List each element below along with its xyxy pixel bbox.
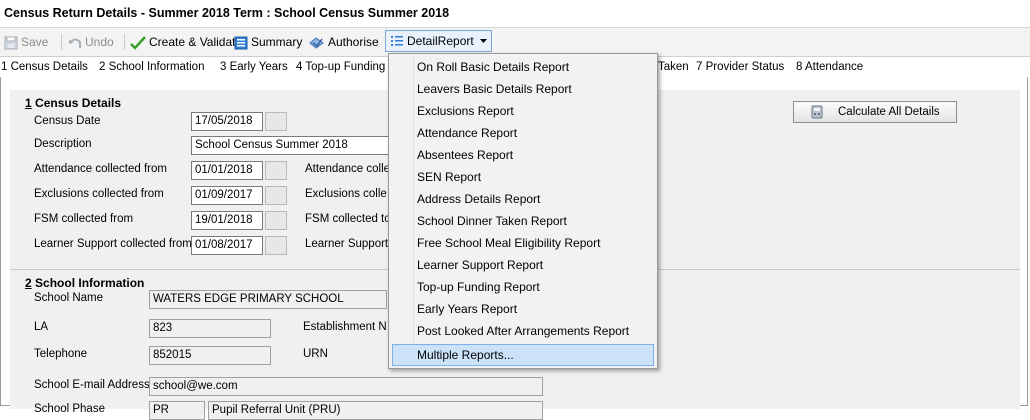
description-field[interactable]: School Census Summer 2018 [191,136,391,155]
fsm-from-field[interactable]: 19/01/2018 [191,211,263,230]
create-validate-label: Create & Validate [149,35,243,49]
nav-tab-top-up-funding[interactable]: 4 Top-up Funding [296,57,385,77]
menu-item-sen-report[interactable]: SEN Report [417,170,481,184]
save-label: Save [21,35,49,49]
detail-report-label: DetailReport [407,34,474,48]
nav-tab-census-details[interactable]: 1 Census Details [1,57,88,77]
exclusions-to-label: Exclusions colle [305,188,387,200]
school-name-label: School Name [34,292,104,304]
calendar-icon[interactable] [265,161,287,180]
menu-item-school-dinner-taken-report[interactable]: School Dinner Taken Report [417,214,567,228]
create-validate-button[interactable]: Create & Validate [130,33,242,51]
la-label: LA [34,321,49,333]
menu-item-free-school-meal-eligibility-report[interactable]: Free School Meal Eligibility Report [417,236,600,250]
calculator-icon [811,105,823,119]
nav-tab-attendance[interactable]: 8 Attendance [796,57,863,77]
learner-support-to-label: Learner Support [305,238,389,250]
authorise-label: Authorise [328,35,379,49]
exclusions-from-label: Exclusions collected from [34,188,164,200]
undo-label: Undo [85,35,114,49]
menu-item-early-years-report[interactable]: Early Years Report [417,302,517,316]
menu-gutter [413,56,414,366]
calendar-icon[interactable] [265,186,287,205]
calculate-all-details-button[interactable]: Calculate All Details [793,101,957,123]
fsm-from-label: FSM collected from [34,213,134,225]
census-details-heading-text: Census Details [31,96,122,110]
census-details-heading-number: 1 [25,96,32,110]
school-information-heading: 2 School Information [25,276,144,290]
menu-item-top-up-funding-report[interactable]: Top-up Funding Report [417,280,540,294]
calendar-icon[interactable] [265,112,287,131]
authorise-icon [309,37,324,49]
undo-button[interactable]: Undo [68,33,114,51]
school-phase-code-field: PR [149,401,205,420]
telephone-field: 852015 [149,346,271,365]
nav-tab-early-years[interactable]: 3 Early Years [220,57,288,77]
nav-tab-taken[interactable]: Taken [658,57,689,77]
menu-item-post-looked-after-arrangements-report[interactable]: Post Looked After Arrangements Report [417,324,629,338]
attendance-to-label: Attendance colle [305,163,391,175]
menu-item-leavers-basic-details-report[interactable]: Leavers Basic Details Report [417,82,572,96]
summary-icon [234,36,248,50]
window-title-bar: Census Return Details - Summer 2018 Term… [0,0,1030,28]
toolbar-separator [124,34,125,50]
la-field: 823 [149,319,271,338]
save-button[interactable]: Save [4,33,48,51]
undo-icon [69,38,81,48]
attendance-from-field[interactable]: 01/01/2018 [191,161,263,180]
menu-item-address-details-report[interactable]: Address Details Report [417,192,540,206]
school-information-heading-text: School Information [31,276,145,290]
menu-item-learner-support-report[interactable]: Learner Support Report [417,258,543,272]
nav-tab-school-information[interactable]: 2 School Information [99,57,204,77]
list-icon [391,36,403,46]
school-name-field: WATERS EDGE PRIMARY SCHOOL [149,290,387,309]
fsm-to-label: FSM collected to [305,213,391,225]
description-label: Description [34,138,92,150]
calculate-all-details-label: Calculate All Details [838,106,940,118]
toolbar-separator [61,34,62,50]
menu-item-on-roll-basic-details-report[interactable]: On Roll Basic Details Report [417,60,569,74]
nav-tab-provider-status[interactable]: 7 Provider Status [696,57,784,77]
census-date-field[interactable]: 17/05/2018 [191,112,263,131]
learner-support-from-label: Learner Support collected from [34,238,192,250]
summary-label: Summary [251,35,303,49]
establishment-label: Establishment N [303,321,387,333]
exclusions-from-field[interactable]: 01/09/2017 [191,186,263,205]
window-title: Census Return Details - Summer 2018 Term… [4,6,450,20]
census-date-label: Census Date [34,115,101,127]
urn-label: URN [303,348,328,360]
census-details-heading: 1 Census Details [25,96,121,110]
menu-item-absentees-report[interactable]: Absentees Report [417,148,513,162]
email-field: school@we.com [149,377,543,396]
telephone-label: Telephone [34,348,88,360]
learner-support-from-field[interactable]: 01/08/2017 [191,236,263,255]
school-information-heading-number: 2 [25,276,32,290]
school-phase-description-field: Pupil Referral Unit (PRU) [208,401,543,420]
attendance-from-label: Attendance collected from [34,163,167,175]
calendar-icon[interactable] [265,211,287,230]
detail-report-button[interactable]: DetailReport [385,30,492,52]
summary-button[interactable]: Summary [234,33,302,51]
checkmark-icon [130,35,146,50]
email-label: School E-mail Address [34,379,150,391]
calendar-icon[interactable] [265,236,287,255]
school-phase-label: School Phase [34,403,105,415]
menu-item-attendance-report[interactable]: Attendance Report [417,126,517,140]
detail-report-menu: On Roll Basic Details Report Leavers Bas… [388,53,658,369]
save-icon [4,36,18,50]
authorise-button[interactable]: Authorise [309,33,379,51]
menu-item-exclusions-report[interactable]: Exclusions Report [417,104,514,118]
chevron-down-icon [480,39,487,43]
menu-item-multiple-reports[interactable]: Multiple Reports... [417,348,514,362]
